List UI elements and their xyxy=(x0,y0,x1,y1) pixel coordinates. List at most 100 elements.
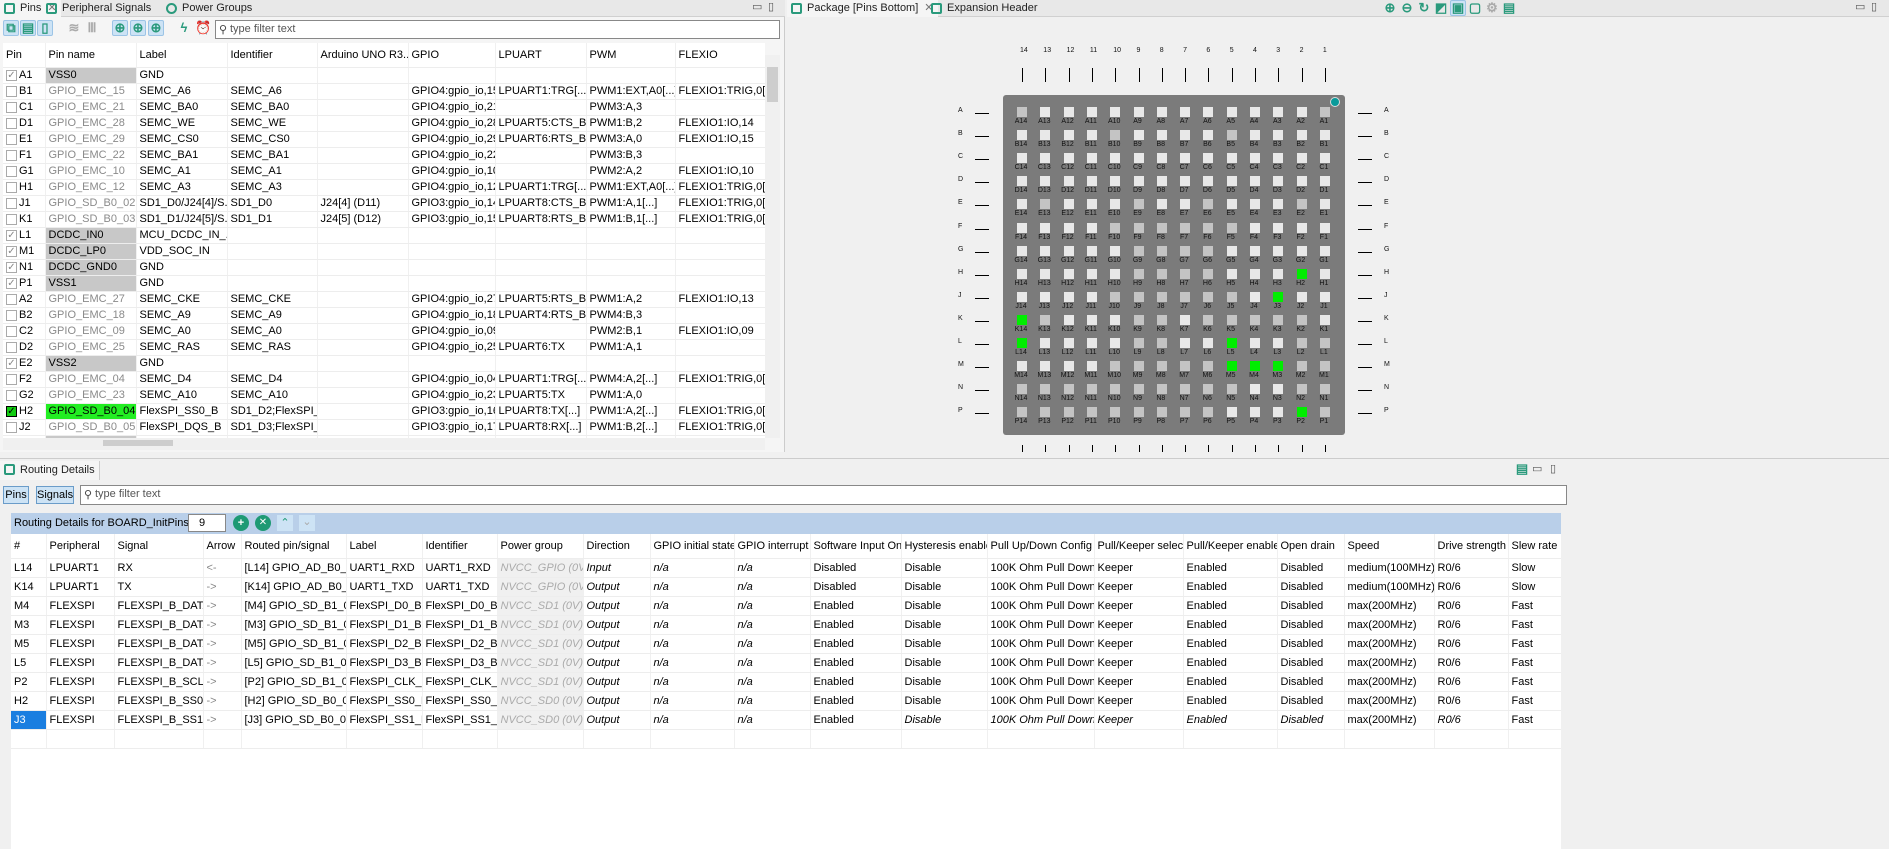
package-pin-F3[interactable] xyxy=(1273,223,1283,233)
move-down-icon[interactable]: ⌄ xyxy=(299,515,315,531)
package-pin-B11[interactable] xyxy=(1087,130,1097,140)
routing-cell[interactable]: Output xyxy=(583,615,650,634)
package-pin-M7[interactable] xyxy=(1180,361,1190,371)
routing-cell[interactable]: n/a xyxy=(734,653,810,672)
package-pin-E6[interactable] xyxy=(1203,199,1213,209)
package-pin-B8[interactable] xyxy=(1157,130,1167,140)
package-pin-N14[interactable] xyxy=(1017,384,1027,394)
package-pin-E14[interactable] xyxy=(1017,199,1027,209)
package-pin-G6[interactable] xyxy=(1203,246,1213,256)
package-pin-E1[interactable] xyxy=(1320,199,1330,209)
package-pin-L14[interactable] xyxy=(1017,338,1027,348)
package-pin-L6[interactable] xyxy=(1203,338,1213,348)
routing-cell[interactable]: n/a xyxy=(650,577,734,596)
column-header[interactable]: Identifier xyxy=(422,534,497,558)
package-pin-A9[interactable] xyxy=(1134,107,1144,117)
routing-cell[interactable]: max(200MHz) xyxy=(1344,634,1434,653)
routing-cell[interactable]: Keeper xyxy=(1094,710,1183,729)
routing-cell[interactable]: Fast xyxy=(1508,653,1561,672)
package-pin-E8[interactable] xyxy=(1157,199,1167,209)
package-pin-F9[interactable] xyxy=(1134,223,1144,233)
routing-cell[interactable]: Disabled xyxy=(810,577,901,596)
routing-cell[interactable]: n/a xyxy=(734,577,810,596)
route-out-icon[interactable]: ⊕ xyxy=(148,20,164,36)
package-pin-P13[interactable] xyxy=(1040,407,1050,417)
pins-toggle-button[interactable]: Pins xyxy=(3,486,29,504)
package-pin-B14[interactable] xyxy=(1017,130,1027,140)
package-pin-J11[interactable] xyxy=(1087,292,1097,302)
package-pin-B10[interactable] xyxy=(1110,130,1120,140)
column-header[interactable]: Speed xyxy=(1344,534,1434,558)
routing-cell[interactable]: Keeper xyxy=(1094,615,1183,634)
tab-power-groups[interactable]: Power Groups xyxy=(162,0,256,17)
package-pin-K14[interactable] xyxy=(1017,315,1027,325)
package-pin-H12[interactable] xyxy=(1064,269,1074,279)
package-pin-B12[interactable] xyxy=(1064,130,1074,140)
routing-cell[interactable]: Enabled xyxy=(810,710,901,729)
package-pin-E7[interactable] xyxy=(1180,199,1190,209)
column-header[interactable]: Drive strength xyxy=(1434,534,1508,558)
routing-cell[interactable]: 100K Ohm Pull Down xyxy=(987,596,1094,615)
routing-cell[interactable]: n/a xyxy=(650,596,734,615)
routing-cell[interactable]: Disable xyxy=(901,691,987,710)
column-header[interactable]: Pull/Keeper select xyxy=(1094,534,1183,558)
package-pin-D4[interactable] xyxy=(1250,176,1260,186)
package-pin-E13[interactable] xyxy=(1040,199,1050,209)
pin-checkbox[interactable] xyxy=(6,118,17,129)
package-pin-P10[interactable] xyxy=(1110,407,1120,417)
package-pin-L8[interactable] xyxy=(1157,338,1167,348)
routing-cell[interactable]: Disabled xyxy=(1277,558,1344,577)
package-pin-G4[interactable] xyxy=(1250,246,1260,256)
package-pin-L1[interactable] xyxy=(1320,338,1330,348)
package-pin-J3[interactable] xyxy=(1273,292,1283,302)
pin-checkbox[interactable] xyxy=(6,198,17,209)
routing-cell[interactable]: Fast xyxy=(1508,710,1561,729)
pin-row[interactable]: G1GPIO_EMC_10SEMC_A1SEMC_A1GPIO4:gpio_io… xyxy=(3,163,765,179)
package-pin-B5[interactable] xyxy=(1227,130,1237,140)
column-header[interactable]: Pin name xyxy=(45,43,136,67)
pin-row[interactable]: F1GPIO_EMC_22SEMC_BA1SEMC_BA1GPIO4:gpio_… xyxy=(3,147,765,163)
routing-cell[interactable]: medium(100MHz) xyxy=(1344,577,1434,596)
tab-routing-details[interactable]: Routing Details xyxy=(0,461,100,480)
routing-row[interactable]: P2FLEXSPIFLEXSPI_B_SCLK->[P2] GPIO_SD_B1… xyxy=(11,672,1561,691)
package-pin-D9[interactable] xyxy=(1134,176,1144,186)
package-pin-K4[interactable] xyxy=(1250,315,1260,325)
routing-cell[interactable]: Output xyxy=(583,672,650,691)
package-pin-P14[interactable] xyxy=(1017,407,1027,417)
pin-row[interactable]: C1GPIO_EMC_21SEMC_BA0SEMC_BA0GPIO4:gpio_… xyxy=(3,99,765,115)
package-pin-B9[interactable] xyxy=(1134,130,1144,140)
package-pin-B3[interactable] xyxy=(1273,130,1283,140)
package-pin-L12[interactable] xyxy=(1064,338,1074,348)
routing-cell[interactable]: n/a xyxy=(734,615,810,634)
package-pin-H7[interactable] xyxy=(1180,269,1190,279)
package-pin-H6[interactable] xyxy=(1203,269,1213,279)
routing-cell[interactable]: R0/6 xyxy=(1434,615,1508,634)
routing-cell[interactable]: Enabled xyxy=(1183,672,1277,691)
package-pin-A4[interactable] xyxy=(1250,107,1260,117)
routing-cell[interactable]: Disabled xyxy=(1277,615,1344,634)
package-pin-L5[interactable] xyxy=(1227,338,1237,348)
package-pin-K8[interactable] xyxy=(1157,315,1167,325)
package-pin-A3[interactable] xyxy=(1273,107,1283,117)
maximize-button[interactable]: ▯ xyxy=(768,1,778,13)
package-pin-N7[interactable] xyxy=(1180,384,1190,394)
package-pin-H14[interactable] xyxy=(1017,269,1027,279)
column-header[interactable]: GPIO interrupt xyxy=(734,534,810,558)
pins-filter-input[interactable]: ⚲type filter text xyxy=(215,20,780,39)
package-pin-F2[interactable] xyxy=(1297,223,1307,233)
routing-cell[interactable]: Disabled xyxy=(1277,634,1344,653)
package-pin-D14[interactable] xyxy=(1017,176,1027,186)
bus-icon[interactable]: Ⅲ xyxy=(84,20,100,36)
package-pin-A12[interactable] xyxy=(1064,107,1074,117)
package-pin-P2[interactable] xyxy=(1297,407,1307,417)
package-pin-E3[interactable] xyxy=(1273,199,1283,209)
package-pin-P8[interactable] xyxy=(1157,407,1167,417)
package-pin-G11[interactable] xyxy=(1087,246,1097,256)
wave-icon[interactable]: ≋ xyxy=(66,20,82,36)
package-pin-L10[interactable] xyxy=(1110,338,1120,348)
routing-cell[interactable]: Fast xyxy=(1508,672,1561,691)
package-pin-L13[interactable] xyxy=(1040,338,1050,348)
package-pin-A11[interactable] xyxy=(1087,107,1097,117)
routing-cell[interactable]: R0/6 xyxy=(1434,558,1508,577)
package-pin-F14[interactable] xyxy=(1017,223,1027,233)
